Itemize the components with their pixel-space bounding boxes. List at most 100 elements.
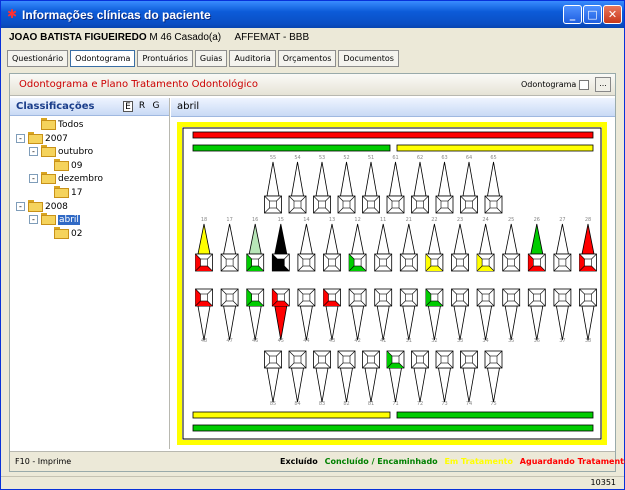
folder-icon: [28, 199, 43, 212]
tooth-occlusal: [405, 293, 413, 302]
app-icon: ✱: [7, 7, 18, 21]
folder-icon: [41, 118, 56, 130]
tab-strip: Questionário Odontograma Prontuários Guias A…: [7, 50, 401, 68]
maximize-button[interactable]: □: [583, 5, 602, 24]
odontogram-panel: Odontograma e Plano Tratamento Odontológ…: [9, 73, 625, 472]
tooth-occlusal: [269, 355, 277, 364]
tooth-occlusal: [269, 200, 277, 209]
tab-documentos[interactable]: Documentos: [338, 50, 399, 67]
patient-status: Casado(a): [174, 32, 222, 43]
tooth-number: 38: [585, 338, 591, 344]
tooth-number: 16: [252, 217, 258, 223]
tooth-occlusal: [293, 355, 302, 364]
tooth-number: 51: [368, 155, 374, 161]
tree-expander[interactable]: -: [29, 147, 38, 157]
tooth-number: 37: [559, 338, 565, 344]
tooth-occlusal: [405, 258, 413, 267]
tooth-occlusal: [342, 200, 351, 209]
period-header: abril: [171, 98, 615, 117]
minimize-button[interactable]: _: [563, 5, 582, 24]
tooth-occlusal: [430, 293, 439, 302]
status-bar: 10351: [1, 476, 624, 489]
tooth-occlusal: [367, 355, 375, 364]
tooth-number: 83: [319, 401, 325, 407]
tooth-occlusal: [456, 258, 464, 267]
tooth-number: 32: [431, 338, 437, 344]
legend-em-tratamento: Em Tratamento: [444, 457, 513, 466]
tooth-occlusal: [293, 200, 302, 209]
tab-odontograma[interactable]: Odontograma: [70, 50, 136, 67]
tooth-occlusal: [225, 258, 234, 267]
tooth-number: 54: [294, 155, 300, 161]
tooth-number: 13: [329, 217, 335, 223]
g-button[interactable]: G: [151, 101, 161, 112]
odontogram-chart: 55 54 53 52 51 61 62 63 64 65 18 17 16 15 14 13 12 11 21 22…: [177, 122, 607, 445]
tooth-number: 74: [466, 401, 472, 407]
tooth-occlusal: [440, 200, 449, 209]
tooth-number: 27: [559, 217, 565, 223]
options-button[interactable]: ...: [595, 77, 611, 92]
odontograma-checkbox[interactable]: [579, 80, 589, 90]
tree-expander[interactable]: -: [29, 215, 38, 225]
panel-footer: F10 - Imprime Excluído Concluído / Encam…: [10, 451, 625, 471]
tooth-number: 33: [457, 338, 463, 344]
folder-icon: [54, 158, 69, 171]
tab-questionario[interactable]: Questionário: [7, 50, 69, 67]
tooth-occlusal: [277, 293, 285, 302]
tooth-number: 62: [417, 155, 423, 161]
panel-title: Odontograma e Plano Tratamento Odontológ…: [19, 79, 258, 90]
tree-expander[interactable]: -: [16, 201, 25, 211]
tree-expander[interactable]: -: [29, 174, 38, 184]
tooth-occlusal: [342, 355, 351, 364]
classification-pane: Classificações E R G Todos -2007- outubro 0…: [10, 98, 170, 449]
tree-node[interactable]: Todos: [29, 118, 83, 131]
tooth-number: 43: [329, 338, 335, 344]
tree-node[interactable]: - 2008: [16, 199, 68, 213]
folder-icon: [41, 145, 56, 158]
tree-node[interactable]: - 2007: [16, 131, 68, 145]
tooth-number: 36: [534, 338, 540, 344]
tooth-number: 53: [319, 155, 325, 161]
tooth-occlusal: [584, 293, 592, 302]
tree-node[interactable]: - outubro: [29, 145, 93, 158]
tree-expander[interactable]: -: [16, 133, 25, 143]
tooth-occlusal: [416, 200, 424, 209]
tree-node[interactable]: - abril: [29, 213, 80, 226]
tooth-number: 73: [441, 401, 447, 407]
folder-icon: [41, 172, 56, 185]
legend-aguardando: Aguardando Tratamento: [519, 457, 625, 466]
legend-excluido: Excluído: [280, 457, 318, 466]
tree-node[interactable]: 02: [42, 226, 82, 240]
tooth-occlusal: [379, 258, 387, 267]
print-hint: F10 - Imprime: [15, 457, 72, 466]
e-button[interactable]: E: [123, 101, 133, 112]
tooth-occlusal: [302, 258, 311, 267]
tooth-occlusal: [532, 258, 541, 267]
tooth-occlusal: [318, 355, 326, 364]
r-button[interactable]: R: [137, 101, 147, 112]
legend-concluido: Concluído / Encaminhado: [324, 457, 438, 466]
tooth-occlusal: [200, 293, 208, 302]
tab-orcamentos[interactable]: Orçamentos: [277, 50, 337, 67]
tooth-number: 12: [354, 217, 360, 223]
tooth-occlusal: [225, 293, 234, 302]
tree-node[interactable]: - dezembro: [29, 172, 103, 185]
odontograma-label: Odontograma: [521, 80, 577, 89]
tooth-occlusal: [318, 200, 326, 209]
tree-node[interactable]: 09: [42, 158, 82, 172]
bar-bottom-left: [192, 411, 391, 419]
tree-node[interactable]: 17: [42, 186, 82, 199]
title-bar[interactable]: ✱ Informações clínicas do paciente _ □ ✕: [1, 1, 624, 28]
tab-auditoria[interactable]: Auditoria: [229, 50, 276, 67]
tab-prontuarios[interactable]: Prontuários: [137, 50, 193, 67]
tooth-number: 21: [406, 217, 412, 223]
tab-guias[interactable]: Guias: [194, 50, 228, 67]
tooth-number: 71: [392, 401, 398, 407]
tooth-occlusal: [481, 258, 490, 267]
panel-header: Odontograma e Plano Tratamento Odontológ…: [10, 74, 615, 96]
tooth-occlusal: [440, 355, 449, 364]
tooth-number: 45: [278, 338, 284, 344]
tooth-number: 84: [294, 401, 300, 407]
tooth-occlusal: [507, 258, 516, 267]
close-button[interactable]: ✕: [603, 5, 622, 24]
